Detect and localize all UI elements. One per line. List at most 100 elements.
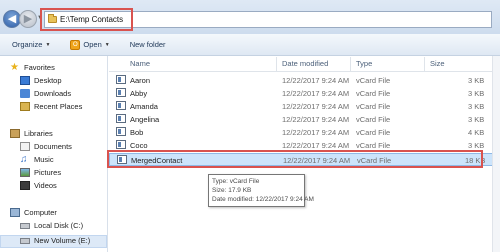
file-type: vCard File (356, 102, 391, 111)
arrow-left-icon: ◀ (7, 12, 17, 25)
column-divider[interactable] (276, 57, 277, 71)
file-date: 12/22/2017 9:24 AM (282, 128, 350, 137)
command-bar: Organize ▼ O Open ▼ New folder (0, 34, 500, 56)
file-type: vCard File (356, 141, 391, 150)
file-date: 12/22/2017 9:24 AM (282, 141, 350, 150)
star-icon: ★ (10, 62, 19, 73)
nav-item-music[interactable]: ♫ Music (20, 154, 54, 165)
vcard-file-icon (116, 140, 126, 149)
pictures-icon (20, 168, 30, 177)
file-type: vCard File (356, 76, 391, 85)
file-row[interactable]: Aaron 12/22/2017 9:24 AM vCard File 3 KB (109, 74, 500, 86)
tooltip-date: Date modified: 12/22/2017 9:24 AM (212, 196, 314, 203)
column-header-row: Name Date modified Type Size (109, 56, 500, 72)
nav-item-pictures[interactable]: Pictures (20, 168, 61, 177)
column-header-size[interactable]: Size (430, 59, 445, 68)
file-type: vCard File (356, 115, 391, 124)
file-date: 12/22/2017 9:24 AM (282, 76, 350, 85)
file-row[interactable]: Abby 12/22/2017 9:24 AM vCard File 3 KB (109, 87, 500, 99)
nav-label: Desktop (34, 76, 62, 85)
nav-label: Libraries (24, 129, 53, 138)
file-size: 3 KB (468, 102, 485, 111)
column-header-type[interactable]: Type (356, 59, 372, 68)
vcard-file-icon (116, 114, 126, 123)
arrow-right-icon: ▶ (23, 12, 33, 25)
nav-item-desktop[interactable]: Desktop (20, 76, 62, 85)
nav-item-new-volume[interactable]: New Volume (E:) (20, 236, 90, 245)
videos-icon (20, 181, 30, 190)
column-header-date[interactable]: Date modified (282, 59, 328, 68)
column-divider[interactable] (424, 57, 425, 71)
file-name: Bob (130, 128, 144, 137)
desktop-icon (20, 76, 30, 85)
organize-button[interactable]: Organize ▼ (12, 40, 50, 49)
open-button[interactable]: O Open ▼ (70, 39, 110, 50)
nav-item-recent-places[interactable]: Recent Places (20, 102, 82, 111)
vertical-scrollbar[interactable] (492, 56, 500, 252)
vcard-file-icon (116, 101, 126, 110)
file-row[interactable]: Amanda 12/22/2017 9:24 AM vCard File 3 K… (109, 100, 500, 112)
forward-button[interactable]: ▶ (19, 10, 37, 28)
caret-down-icon: ▼ (104, 41, 110, 48)
nav-item-videos[interactable]: Videos (20, 181, 57, 190)
nav-label: Pictures (34, 168, 62, 177)
navigation-pane: ★ Favorites Desktop Downloads Recent Pla… (0, 56, 108, 252)
music-icon: ♫ (20, 154, 28, 165)
file-name: Angelina (130, 115, 160, 124)
libraries-icon (10, 129, 20, 138)
nav-item-favorites[interactable]: ★ Favorites (10, 62, 55, 73)
file-name: Amanda (130, 102, 158, 111)
file-size: 3 KB (468, 76, 485, 85)
vcard-file-icon (116, 75, 126, 84)
file-row[interactable]: Bob 12/22/2017 9:24 AM vCard File 4 KB (109, 126, 500, 138)
nav-label: Favorites (24, 63, 55, 72)
file-date: 12/22/2017 9:24 AM (282, 115, 350, 124)
file-name: Coco (130, 141, 148, 150)
nav-label: New Volume (E:) (34, 236, 91, 245)
file-info-tooltip: Type: vCard File Size: 17.9 KB Date modi… (208, 174, 314, 207)
nav-item-downloads[interactable]: Downloads (20, 89, 71, 98)
drive-icon (20, 237, 30, 244)
nav-label: Music (34, 155, 54, 164)
new-folder-button[interactable]: New folder (130, 40, 166, 49)
nav-label: Videos (34, 181, 57, 190)
caret-down-icon: ▼ (45, 41, 51, 48)
open-label: Open (83, 40, 102, 49)
open-app-icon: O (70, 39, 81, 50)
file-name: Abby (130, 89, 148, 98)
organize-label: Organize (12, 40, 43, 49)
file-row[interactable]: Angelina 12/22/2017 9:24 AM vCard File 3… (109, 113, 500, 125)
nav-item-local-disk[interactable]: Local Disk (C:) (20, 221, 83, 230)
nav-item-libraries[interactable]: Libraries (10, 129, 53, 138)
selected-row-highlight-box (107, 150, 483, 168)
file-name: Aaron (130, 76, 151, 85)
column-header-name[interactable]: Name (130, 59, 150, 68)
vcard-file-icon (116, 88, 126, 97)
downloads-icon (20, 89, 30, 98)
file-date: 12/22/2017 9:24 AM (282, 102, 350, 111)
recent-places-icon (20, 102, 30, 111)
computer-icon (10, 208, 20, 217)
nav-label: Documents (34, 142, 72, 151)
nav-label: Local Disk (C:) (34, 221, 84, 230)
nav-item-computer[interactable]: Computer (10, 208, 57, 217)
file-date: 12/22/2017 9:24 AM (282, 89, 350, 98)
nav-item-documents[interactable]: Documents (20, 142, 72, 151)
vcard-file-icon (116, 127, 126, 136)
new-folder-label: New folder (129, 40, 166, 49)
nav-label: Computer (24, 208, 57, 217)
file-size: 3 KB (468, 89, 485, 98)
nav-label: Recent Places (34, 102, 83, 111)
tooltip-size: Size: 17.9 KB (212, 187, 252, 194)
address-bar-area: ◀ ▶ ▼ E:\Temp Contacts (0, 0, 500, 34)
file-size: 3 KB (468, 115, 485, 124)
drive-icon (20, 222, 30, 229)
documents-icon (20, 142, 30, 151)
file-type: vCard File (356, 89, 391, 98)
file-size: 4 KB (468, 128, 485, 137)
file-size: 3 KB (468, 141, 485, 150)
tooltip-type: Type: vCard File (212, 178, 260, 185)
column-divider[interactable] (350, 57, 351, 71)
address-highlight-box (40, 8, 133, 31)
nav-label: Downloads (34, 89, 72, 98)
